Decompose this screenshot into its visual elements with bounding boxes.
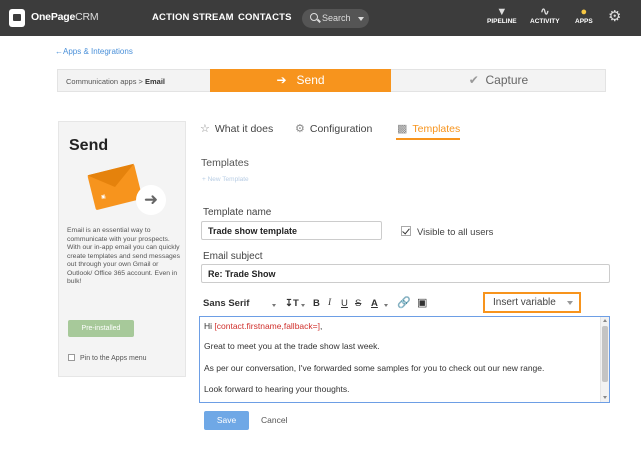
checkmark-icon: ✔ [468, 73, 479, 87]
save-button[interactable]: Save [204, 411, 249, 430]
tab-templates-label: Templates [412, 123, 461, 135]
scrollbar-thumb[interactable] [602, 326, 608, 382]
preinstalled-button[interactable]: Pre-installed [68, 320, 134, 337]
tab-configuration-label: Configuration [309, 123, 373, 135]
editor-line: Great to meet you at the trade show last… [204, 341, 380, 351]
underline-button[interactable]: U [341, 298, 348, 309]
crumb-current: Email [145, 77, 166, 86]
tab-what-it-does-label: What it does [214, 123, 274, 135]
chevron-down-icon[interactable] [384, 304, 388, 307]
brand-light: CRM [75, 11, 99, 23]
activity-icon: ∿ [540, 6, 550, 18]
greeting-end: , [319, 321, 323, 331]
chevron-down-icon [567, 301, 573, 305]
search-icon [310, 13, 318, 21]
email-subject-label: Email subject [203, 251, 263, 262]
nav-pipeline[interactable]: ▼ PIPELINE [487, 6, 517, 25]
step-send-label: Send [296, 73, 325, 87]
visible-to-all-users[interactable]: Visible to all users [401, 226, 493, 238]
brand-strong: OnePage [31, 11, 76, 23]
step-breadcrumb: Communication apps > Email [66, 77, 165, 86]
arrow-right-icon: ➜ [136, 185, 166, 215]
tab-templates[interactable]: ▩ Templates [397, 122, 460, 135]
gear-icon: ⚙ [295, 123, 305, 135]
bold-button[interactable]: B [313, 298, 320, 309]
email-subject-input[interactable]: Re: Trade Show [201, 264, 610, 283]
nav-activity-label: ACTIVITY [530, 18, 560, 25]
editor-line: Look forward to hearing your thoughts. [204, 384, 350, 394]
strikethrough-button[interactable]: S [355, 298, 361, 309]
templates-heading: Templates [201, 157, 249, 169]
template-name-input[interactable]: Trade show template [201, 221, 382, 240]
font-size-icon[interactable]: ↧T [285, 298, 299, 309]
arrow-right-icon: ➔ [276, 73, 287, 87]
editor-scrollbar[interactable] [600, 317, 609, 402]
star-icon: ☆ [200, 123, 210, 135]
tab-what-it-does[interactable]: ☆ What it does [200, 122, 273, 135]
firstname-variable-token: [contact.firstname,fallback=] [214, 321, 320, 331]
pipeline-icon: ▼ [496, 6, 508, 18]
scroll-up-icon[interactable] [603, 319, 607, 322]
nav-pipeline-label: PIPELINE [487, 18, 517, 25]
step-bar: Communication apps > Email ➔ Send ✔ Capt… [57, 69, 606, 92]
active-tab-indicator [396, 138, 460, 140]
greeting-text: Hi [204, 321, 215, 331]
chevron-down-icon[interactable] [272, 304, 276, 307]
top-navigation-bar: OnePageCRM ACTION STREAM CONTACTS Search… [0, 0, 641, 36]
font-family-select[interactable]: Sans Serif [203, 298, 249, 309]
scroll-down-icon[interactable] [603, 396, 607, 399]
email-body-editor[interactable]: Hi [contact.firstname,fallback=], Great … [199, 316, 610, 403]
pin-label: Pin to the Apps menu [80, 355, 147, 362]
step-capture-label: Capture [485, 73, 529, 87]
link-icon[interactable]: 🔗 [397, 296, 411, 309]
nav-apps-label: APPS [575, 18, 593, 25]
apps-icon: ● [580, 6, 588, 18]
envelope-icon: ▣ [87, 163, 143, 211]
pin-checkbox[interactable] [68, 354, 75, 361]
nav-action-stream[interactable]: ACTION STREAM [152, 12, 234, 23]
template-name-label: Template name [203, 207, 272, 218]
visible-label: Visible to all users [417, 227, 494, 238]
search-box[interactable]: Search [302, 9, 369, 28]
insert-variable-label: Insert variable [493, 297, 556, 308]
text-color-button[interactable]: A [371, 298, 378, 309]
nav-apps[interactable]: ● APPS [575, 6, 593, 25]
cancel-button[interactable]: Cancel [261, 415, 287, 425]
app-title: Send [69, 137, 109, 154]
insert-variable-dropdown[interactable]: Insert variable [483, 292, 581, 313]
pin-to-apps-menu[interactable]: Pin to the Apps menu [68, 354, 147, 362]
nav-activity[interactable]: ∿ ACTIVITY [530, 6, 560, 25]
step-send[interactable]: ➔ Send [210, 69, 391, 92]
crumb-prefix: Communication apps > [66, 77, 145, 86]
stamp-icon: ▣ [100, 193, 107, 201]
back-to-apps-link[interactable]: ←Apps & Integrations [55, 47, 133, 56]
chevron-down-icon[interactable] [301, 304, 305, 307]
app-description: Email is an essential way to communicate… [67, 227, 180, 285]
editor-line: As per our conversation, I've forwarded … [204, 363, 545, 373]
app-card: Send ▣ ➜ Email is an essential way to co… [58, 121, 186, 377]
visible-checkbox[interactable] [401, 226, 411, 236]
step-capture[interactable]: ✔ Capture [391, 70, 606, 91]
tab-configuration[interactable]: ⚙ Configuration [295, 122, 372, 135]
folder-icon: ▩ [397, 123, 408, 135]
image-icon[interactable]: ▣ [417, 296, 427, 309]
onepage-logo-icon[interactable] [9, 9, 25, 27]
brand-name[interactable]: OnePageCRM [31, 11, 99, 23]
chevron-down-icon[interactable] [358, 17, 364, 21]
search-placeholder: Search [322, 13, 351, 23]
italic-button[interactable]: I [328, 298, 331, 308]
editor-greeting-line: Hi [contact.firstname,fallback=], [204, 321, 322, 331]
new-template-link[interactable]: + New Template [202, 176, 249, 183]
nav-contacts[interactable]: CONTACTS [238, 12, 292, 23]
gear-icon[interactable]: ⚙ [608, 9, 621, 25]
